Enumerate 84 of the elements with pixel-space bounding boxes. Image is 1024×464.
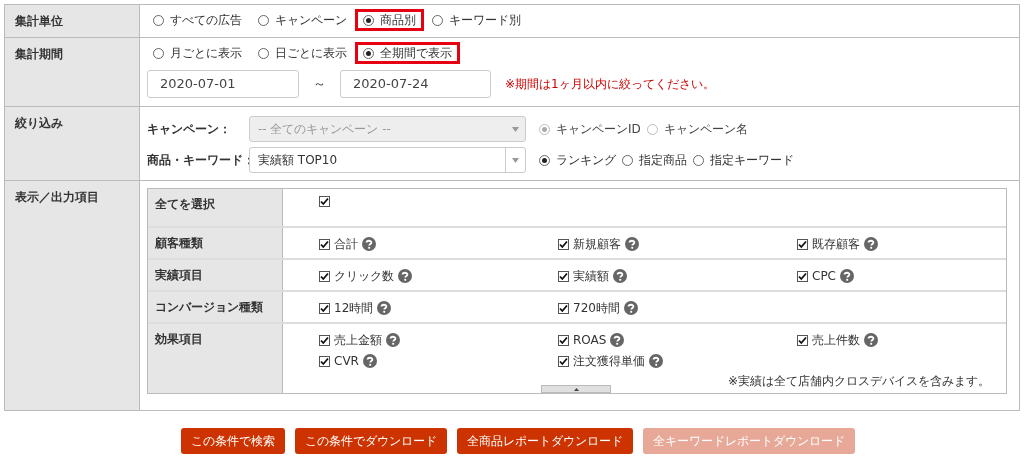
checkbox-label[interactable]: CVR [334,352,359,370]
radio-button[interactable] [153,47,164,59]
radio-label[interactable]: 指定キーワード [710,151,794,169]
checkbox[interactable] [797,334,808,346]
help-icon[interactable] [623,301,638,315]
help-icon[interactable] [625,237,639,251]
radio-button[interactable] [432,14,443,26]
checkbox-label[interactable]: ROAS [573,331,607,349]
footnote: ※実績は全て店舗内クロスデバイスを含みます。 [727,373,990,390]
checkbox[interactable] [319,355,330,367]
checkbox-label[interactable]: 新規顧客 [573,235,621,253]
radio-label[interactable]: 全期間で表示 [380,44,452,62]
checkbox-label[interactable]: クリック数 [334,267,394,285]
checkbox[interactable] [319,302,330,314]
checkbox-label[interactable]: 既存顧客 [812,235,860,253]
group-label: 顧客種類 [155,236,203,250]
help-icon[interactable] [864,237,878,251]
radio-button[interactable] [363,47,374,59]
group-label: 効果項目 [155,332,203,346]
collapse-toggle[interactable] [541,385,611,393]
checkbox[interactable] [558,238,569,250]
checkbox[interactable] [558,334,569,346]
action-button[interactable]: この条件で検索 [181,428,285,454]
radio-button[interactable] [258,14,269,26]
help-icon[interactable] [613,269,627,283]
radio-label[interactable]: 日ごとに表示 [275,44,347,62]
radio-button[interactable] [363,14,374,26]
checkbox-label[interactable]: CPC [812,267,836,285]
checkbox-label[interactable]: 720時間 [573,299,620,317]
checkbox-label[interactable]: 実績額 [573,267,609,285]
radio-label[interactable]: 月ごとに表示 [170,44,242,62]
radio-label[interactable]: 商品別 [380,11,416,29]
group-label: コンバージョン種類 [155,300,263,314]
radio-label[interactable]: キーワード別 [449,11,521,29]
radio-button[interactable] [258,47,269,59]
section-label: 表示／出力項目 [15,190,99,204]
checkbox[interactable] [797,270,808,282]
checkbox[interactable] [558,355,569,367]
checkbox[interactable] [319,334,330,346]
help-icon[interactable] [362,354,377,368]
checkbox[interactable] [558,302,569,314]
radio-button[interactable] [153,14,164,26]
checkbox-label[interactable]: 売上件数 [812,331,860,349]
radio-button[interactable] [539,154,550,166]
checkbox-label[interactable]: 12時間 [334,299,374,317]
radio-label[interactable]: すべての広告 [170,11,242,29]
help-icon[interactable] [864,333,878,347]
action-button[interactable]: 全商品レポートダウンロード [457,428,633,454]
checkbox[interactable] [319,238,330,250]
filter-label: キャンペーン： [147,121,232,138]
section-label: 集計期間 [15,47,63,61]
radio-button[interactable] [693,154,704,166]
help-icon[interactable] [377,301,392,315]
checkbox-label[interactable]: 注文獲得単価 [573,352,645,370]
checkbox[interactable] [797,238,808,250]
date-field[interactable]: 2020-07-24 [340,70,491,98]
section-label: 絞り込み [15,116,63,130]
checkbox[interactable] [319,196,330,207]
checkbox[interactable] [319,270,330,282]
help-icon[interactable] [649,354,663,368]
checkbox[interactable] [558,270,569,282]
filter-label: 商品・キーワード： [147,152,249,169]
radio-label[interactable]: 指定商品 [639,151,687,169]
group-label: 全てを選択 [155,197,215,211]
radio-label[interactable]: キャンペーン [275,11,347,29]
collapse-arrow-icon [573,387,579,391]
group-label: 実績項目 [155,268,203,282]
help-icon[interactable] [840,269,854,283]
dropdown-arrow-icon [512,157,519,163]
radio-button[interactable] [622,154,633,166]
dropdown-arrow-icon [511,126,519,132]
section-label: 集計単位 [15,14,63,28]
help-icon[interactable] [610,333,625,347]
dropdown[interactable]: 実績額 TOP10 [249,147,526,173]
warning-note: ※期間は1ヶ月以内に絞ってください。 [505,76,715,93]
checkbox-label[interactable]: 売上金額 [334,331,382,349]
help-icon[interactable] [362,237,376,251]
checkbox-label[interactable]: 合計 [334,235,358,253]
help-icon[interactable] [398,269,412,283]
action-button[interactable]: この条件でダウンロード [295,428,447,454]
radio-label[interactable]: ランキング [556,151,616,169]
date-field[interactable]: 2020-07-01 [147,70,299,98]
range-separator: ～ [313,75,326,94]
help-icon[interactable] [386,333,400,347]
